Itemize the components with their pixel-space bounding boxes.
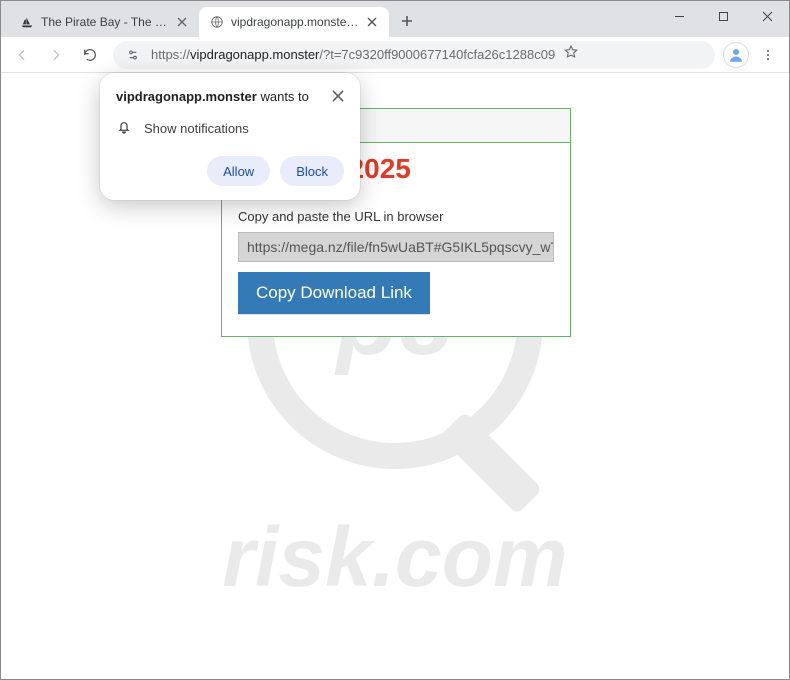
- tab-strip: The Pirate Bay - The galaxy's m vipdrago…: [1, 1, 789, 37]
- back-button[interactable]: [7, 40, 37, 70]
- prompt-origin: vipdragonapp.monster: [116, 89, 257, 104]
- svg-text:risk.com: risk.com: [222, 510, 568, 604]
- tab-vipdragonapp[interactable]: vipdragonapp.monster/?t=7c93: [199, 7, 389, 37]
- tab-close-icon[interactable]: [365, 15, 379, 29]
- prompt-title: vipdragonapp.monster wants to: [116, 89, 309, 104]
- prompt-wants-to: wants to: [257, 89, 309, 104]
- maximize-button[interactable]: [701, 1, 745, 31]
- url-text: https://vipdragonapp.monster/?t=7c9320ff…: [151, 47, 555, 62]
- instruction-text: Copy and paste the URL in browser: [238, 209, 554, 224]
- toolbar: https://vipdragonapp.monster/?t=7c9320ff…: [1, 37, 789, 73]
- reload-button[interactable]: [75, 40, 105, 70]
- url-host: vipdragonapp.monster: [190, 47, 319, 62]
- mega-url-field[interactable]: https://mega.nz/file/fn5wUaBT#G5IKL5pqsc…: [238, 232, 554, 262]
- new-tab-button[interactable]: [393, 7, 421, 35]
- favicon-globe-icon: [209, 14, 225, 30]
- minimize-button[interactable]: [657, 1, 701, 31]
- profile-avatar[interactable]: [723, 42, 749, 68]
- notification-permission-prompt: vipdragonapp.monster wants to Show notif…: [100, 73, 360, 200]
- tab-close-icon[interactable]: [175, 15, 189, 29]
- tab-piratebay[interactable]: The Pirate Bay - The galaxy's m: [9, 7, 199, 37]
- favicon-ship-icon: [19, 14, 35, 30]
- permission-row: Show notifications: [116, 119, 344, 138]
- close-window-button[interactable]: [745, 1, 789, 31]
- bell-icon: [116, 119, 132, 138]
- url-scheme: https://: [151, 47, 190, 62]
- tab-title: vipdragonapp.monster/?t=7c93: [231, 15, 359, 29]
- prompt-close-icon[interactable]: [332, 89, 344, 105]
- allow-button[interactable]: Allow: [207, 156, 270, 186]
- forward-button[interactable]: [41, 40, 71, 70]
- url-path: /?t=7c9320ff9000677140fcfa26c1288c09: [319, 47, 555, 62]
- copy-download-link-button[interactable]: Copy Download Link: [238, 272, 430, 314]
- kebab-menu-icon[interactable]: [753, 40, 783, 70]
- block-button[interactable]: Block: [280, 156, 344, 186]
- address-bar[interactable]: https://vipdragonapp.monster/?t=7c9320ff…: [113, 41, 715, 69]
- bookmark-star-icon[interactable]: [563, 44, 579, 65]
- permission-label: Show notifications: [144, 121, 249, 136]
- tab-title: The Pirate Bay - The galaxy's m: [41, 15, 169, 29]
- site-settings-icon[interactable]: [123, 45, 143, 65]
- window-controls: [657, 1, 789, 31]
